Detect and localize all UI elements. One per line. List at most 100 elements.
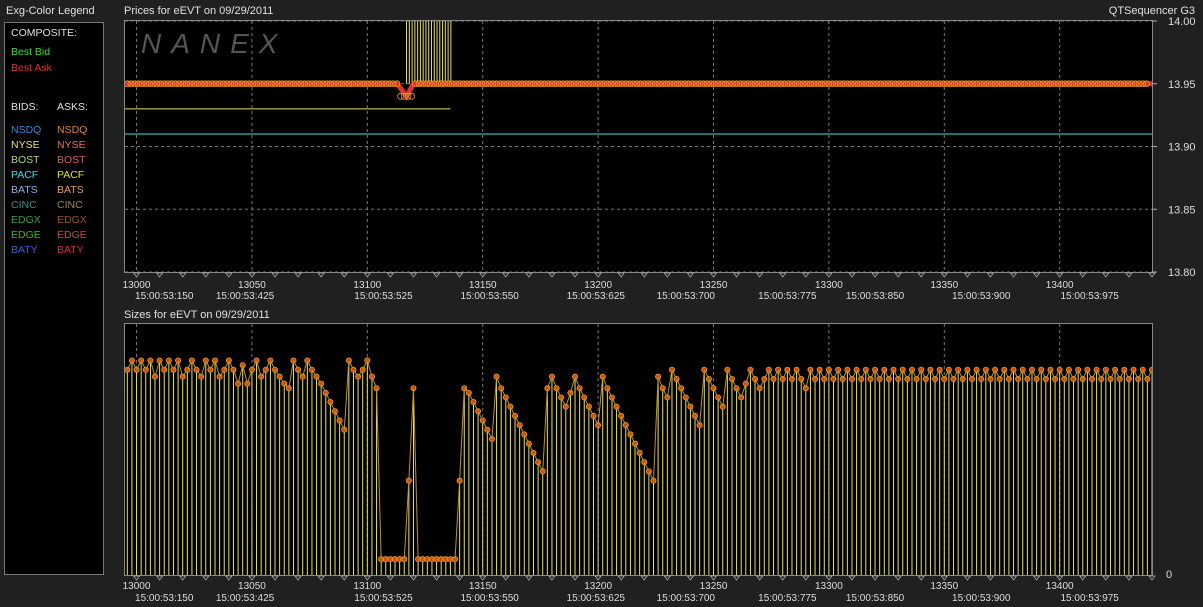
price-xtick-label: 13300: [815, 280, 843, 291]
price-time-label: 15:00:53:150: [135, 291, 194, 302]
size-xtick-label: 13050: [238, 581, 266, 592]
price-xtick-marker: [548, 272, 556, 278]
price-xtick-marker: [386, 272, 395, 278]
size-xtick-label: 13400: [1046, 581, 1074, 592]
size-xtick-marker: [386, 575, 395, 581]
price-time-label: 15:00:53:850: [846, 291, 905, 302]
size-xtick-marker: [132, 575, 141, 581]
price-xtick-marker: [1078, 272, 1087, 278]
size-time-label: 15:00:53:625: [567, 593, 626, 604]
size-xtick-marker: [501, 575, 510, 581]
price-xtick-marker: [1148, 272, 1156, 278]
price-xtick-marker: [986, 272, 995, 278]
size-xtick-marker: [917, 575, 926, 581]
price-xtick-label: 13200: [584, 280, 612, 291]
price-xtick-marker: [663, 272, 672, 278]
price-xtick-marker: [1055, 272, 1064, 278]
price-xtick-marker: [201, 272, 210, 278]
price-xtick-label: 13400: [1046, 280, 1074, 291]
size-time-label: 15:00:53:900: [952, 593, 1011, 604]
price-xtick-marker: [917, 272, 926, 278]
size-xtick-marker: [802, 575, 810, 581]
size-xtick-marker: [1009, 575, 1018, 581]
size-xtick-label: 13250: [700, 581, 728, 592]
price-xtick-marker: [1032, 272, 1041, 278]
size-time-label: 15:00:53:550: [460, 593, 519, 604]
price-time-label: 15:00:53:700: [657, 291, 716, 302]
size-xtick-marker: [548, 575, 556, 581]
price-xtick-marker: [848, 272, 856, 278]
size-xtick-marker: [155, 575, 164, 581]
price-time-label: 15:00:53:900: [952, 291, 1011, 302]
size-xtick-marker: [478, 575, 487, 581]
size-time-label: 15:00:53:700: [657, 593, 716, 604]
price-xtick-marker: [478, 272, 487, 278]
size-xtick-label: 13150: [469, 581, 497, 592]
size-xtick-marker: [271, 575, 279, 581]
size-xtick-marker: [294, 575, 302, 581]
size-time-label: 15:00:53:425: [216, 593, 275, 604]
size-xtick-marker: [455, 575, 464, 581]
price-xtick-marker: [1009, 272, 1018, 278]
size-xtick-marker: [571, 575, 579, 581]
price-xtick-marker: [409, 272, 418, 278]
size-xtick-marker: [201, 575, 210, 581]
price-xtick-label: 13050: [238, 280, 266, 291]
price-ytick-label: 13.80: [1168, 267, 1196, 279]
price-xtick-marker: [571, 272, 579, 278]
size-xtick-marker: [317, 575, 325, 581]
size-time-label: 15:00:53:850: [846, 593, 905, 604]
size-time-label: 15:00:53:975: [1060, 593, 1119, 604]
price-xtick-marker: [178, 272, 187, 278]
price-xtick-marker: [778, 272, 787, 278]
price-ytick-label: 13.85: [1168, 204, 1196, 216]
size-xtick-marker: [1125, 575, 1133, 581]
size-xtick-label: 13200: [584, 581, 612, 592]
price-xtick-marker: [894, 272, 902, 278]
size-xtick-marker: [640, 575, 649, 581]
size-xtick-marker: [894, 575, 902, 581]
size-xtick-marker: [778, 575, 787, 581]
size-xtick-label: 13000: [123, 581, 151, 592]
price-xtick-marker: [225, 272, 233, 278]
price-xtick-label: 13150: [469, 280, 497, 291]
price-time-label: 15:00:53:550: [460, 291, 519, 302]
price-xtick-marker: [1102, 272, 1110, 278]
price-xtick-label: 13250: [700, 280, 728, 291]
size-xtick-marker: [248, 575, 256, 581]
size-xtick-marker: [686, 575, 695, 581]
price-xtick-label: 13000: [123, 280, 151, 291]
price-xtick-marker: [802, 272, 810, 278]
price-xtick-marker: [525, 272, 533, 278]
size-xtick-label: 13100: [353, 581, 381, 592]
price-xtick-marker: [248, 272, 256, 278]
price-time-label: 15:00:53:425: [216, 291, 275, 302]
size-xtick-marker: [363, 575, 372, 581]
sizes-axes: 0 13000 13050 13100 13150 13200 13250 13300 1335…: [123, 569, 1172, 604]
size-time-label: 15:00:53:525: [354, 593, 413, 604]
size-xtick-marker: [432, 575, 441, 581]
price-time-label: 15:00:53:975: [1060, 291, 1119, 302]
price-xtick-marker: [271, 272, 279, 278]
size-xtick-marker: [617, 575, 625, 581]
size-xtick-label: 13300: [815, 581, 843, 592]
price-xtick-marker: [1125, 272, 1133, 278]
price-xtick-marker: [155, 272, 164, 278]
price-xtick-marker: [871, 272, 879, 278]
price-xtick-marker: [594, 272, 602, 278]
size-xtick-marker: [1055, 575, 1064, 581]
price-xtick-marker: [640, 272, 649, 278]
size-xtick-marker: [178, 575, 187, 581]
size-xtick-marker: [409, 575, 418, 581]
price-xtick-marker: [432, 272, 441, 278]
price-xtick-label: 13350: [930, 280, 958, 291]
size-xtick-marker: [525, 575, 533, 581]
price-time-label: 15:00:53:625: [567, 291, 626, 302]
size-xtick-marker: [1078, 575, 1087, 581]
size-xtick-marker: [1032, 575, 1041, 581]
size-time-label: 15:00:53:775: [758, 593, 817, 604]
price-xtick-marker: [940, 272, 949, 278]
price-ytick-label: 13.90: [1168, 142, 1196, 154]
price-ytick-label: 13.95: [1168, 79, 1196, 91]
price-xtick-marker: [294, 272, 302, 278]
